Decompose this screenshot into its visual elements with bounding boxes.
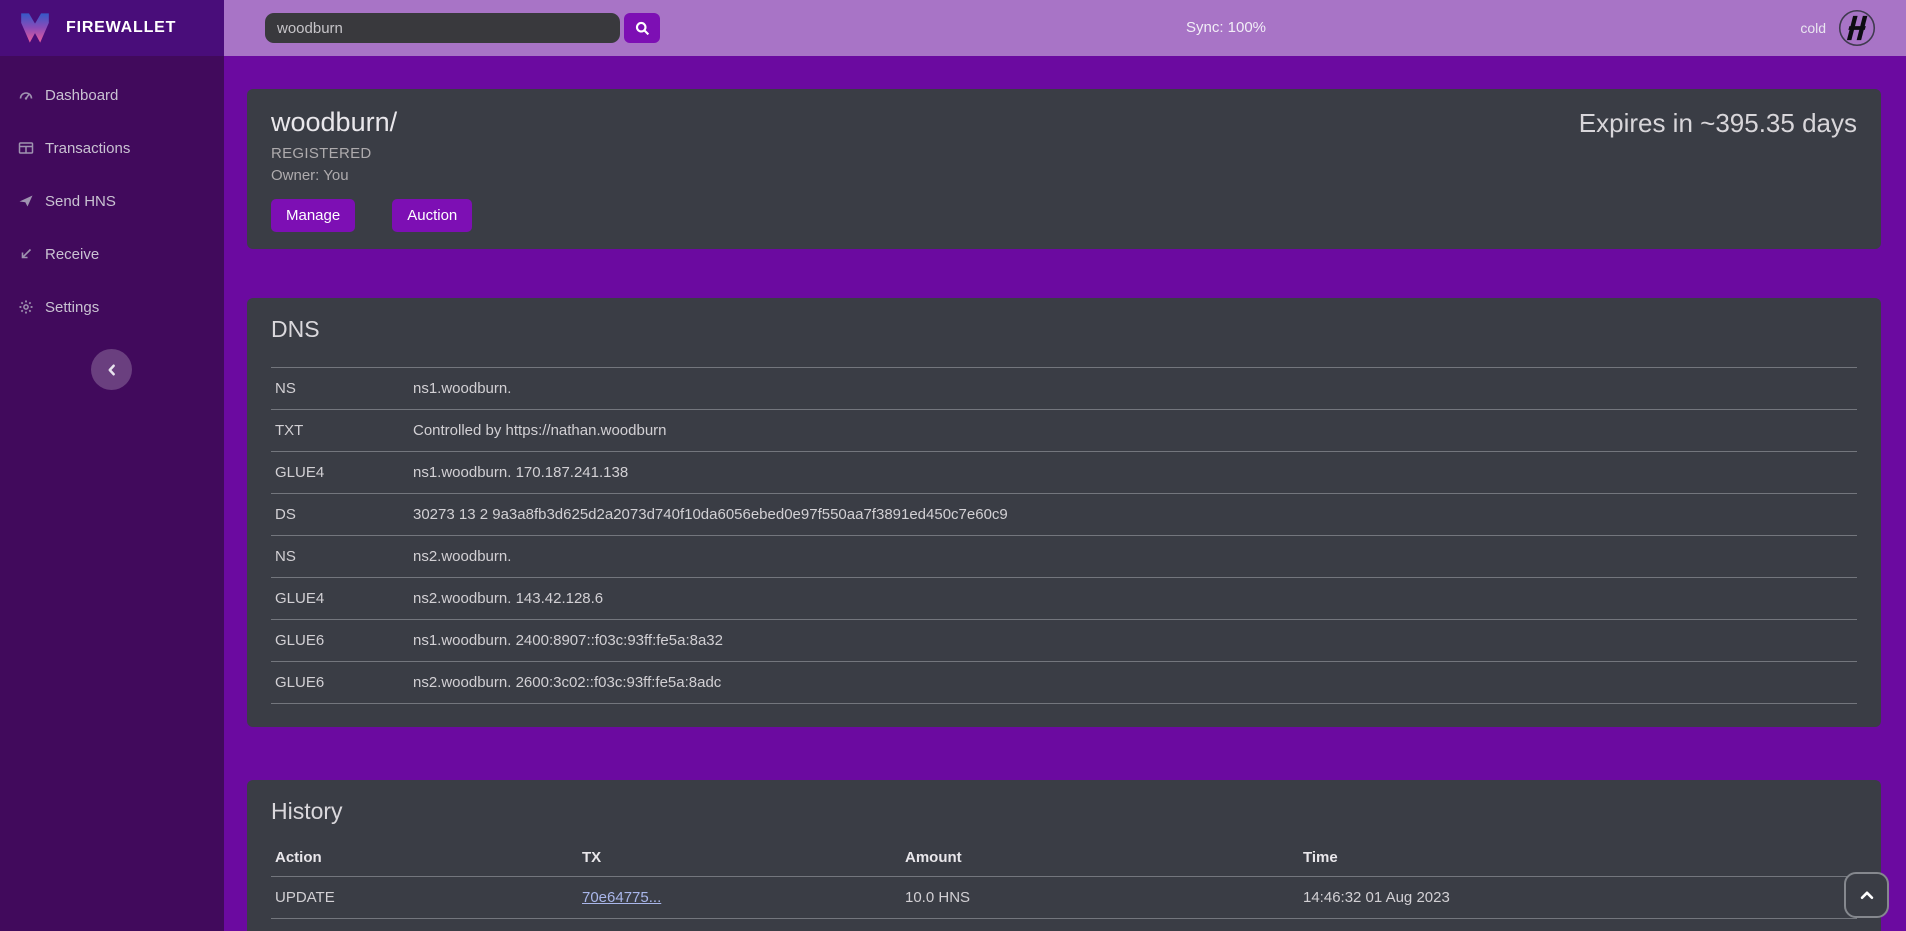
dns-record-row: GLUE4 ns1.woodburn. 170.187.241.138: [271, 451, 1857, 493]
dns-title: DNS: [271, 316, 1857, 343]
manage-button[interactable]: Manage: [271, 199, 355, 232]
dns-record-value: ns2.woodburn. 143.42.128.6: [413, 590, 1857, 607]
send-icon: [18, 193, 34, 209]
search-input[interactable]: [265, 13, 620, 43]
sidebar-item-send-hns[interactable]: Send HNS: [0, 180, 224, 222]
firewallet-logo-icon: [16, 9, 54, 47]
history-card: History Action TX Amount Time UPDATE 70e…: [247, 780, 1881, 931]
history-col-amount: Amount: [905, 849, 1303, 866]
sidebar-item-label: Send HNS: [45, 193, 116, 210]
dns-record-type: NS: [271, 548, 413, 565]
dns-records-table: NS ns1.woodburn. TXT Controlled by https…: [271, 367, 1857, 704]
history-col-tx: TX: [582, 849, 905, 866]
handshake-logo-button[interactable]: [1838, 9, 1876, 47]
auction-button[interactable]: Auction: [392, 199, 472, 232]
dns-record-value: ns1.woodburn.: [413, 380, 1857, 397]
history-rows: UPDATE 70e64775... 10.0 HNS 14:46:32 01 …: [271, 877, 1857, 931]
expires-label: Expires in ~395.35 days: [1579, 108, 1857, 139]
dns-record-value: 30273 13 2 9a3a8fb3d625d2a2073d740f10da6…: [413, 506, 1857, 523]
search-icon: [634, 20, 651, 37]
dns-record-value: ns2.woodburn. 2600:3c02::f03c:93ff:fe5a:…: [413, 674, 1857, 691]
wallet-name: cold: [1800, 20, 1826, 36]
sidebar-nav: Dashboard Transactions Send HNS Receive: [0, 56, 224, 328]
domain-status-badge: REGISTERED: [271, 145, 1857, 162]
dns-record-value: Controlled by https://nathan.woodburn: [413, 422, 1857, 439]
dns-record-type: GLUE4: [271, 464, 413, 481]
history-time: 14:46:32 01 Aug 2023: [1303, 889, 1857, 906]
dns-record-type: GLUE6: [271, 674, 413, 691]
dns-record-value: ns2.woodburn.: [413, 548, 1857, 565]
domain-owner: Owner: You: [271, 167, 1857, 184]
sync-status: Sync: 100%: [1186, 19, 1266, 36]
search-button[interactable]: [624, 13, 660, 43]
gauge-icon: [18, 87, 34, 103]
dns-record-row: GLUE6 ns1.woodburn. 2400:8907::f03c:93ff…: [271, 619, 1857, 661]
receive-arrow-icon: [18, 246, 34, 262]
sidebar-item-label: Transactions: [45, 140, 130, 157]
wallet-selector: cold: [1800, 0, 1876, 56]
app-logo-block: FIREWALLET: [0, 0, 224, 56]
chevron-up-icon: [1856, 884, 1878, 906]
table-icon: [18, 140, 34, 156]
history-header-row: Action TX Amount Time: [271, 839, 1857, 877]
topbar: Sync: 100% cold: [224, 0, 1906, 56]
dns-record-row: GLUE4 ns2.woodburn. 143.42.128.6: [271, 577, 1857, 619]
domain-actions: Manage Auction: [271, 199, 1857, 232]
history-title: History: [271, 798, 1857, 825]
sidebar-item-settings[interactable]: Settings: [0, 286, 224, 328]
dns-record-row: NS ns2.woodburn.: [271, 535, 1857, 577]
chevron-left-icon: [103, 361, 121, 379]
dns-record-row: GLUE6 ns2.woodburn. 2600:3c02::f03c:93ff…: [271, 661, 1857, 703]
dns-record-row: DS 30273 13 2 9a3a8fb3d625d2a2073d740f10…: [271, 493, 1857, 535]
dns-record-value: ns1.woodburn. 170.187.241.138: [413, 464, 1857, 481]
app-name: FIREWALLET: [66, 19, 176, 37]
dns-record-row: NS ns1.woodburn.: [271, 367, 1857, 409]
sidebar-item-label: Dashboard: [45, 87, 118, 104]
history-row: UPDATE 70e64775... 10.0 HNS 14:46:32 01 …: [271, 877, 1857, 919]
history-col-time: Time: [1303, 849, 1857, 866]
search-bar: [265, 13, 660, 43]
dns-record-type: NS: [271, 380, 413, 397]
dns-record-row: TXT Controlled by https://nathan.woodbur…: [271, 409, 1857, 451]
sidebar-item-label: Settings: [45, 299, 99, 316]
sidebar-item-label: Receive: [45, 246, 99, 263]
history-row: RENEW 47f1d4c... 10.0 HNS 15:45:36 07 Ju…: [271, 919, 1857, 931]
gear-icon: [18, 299, 34, 315]
history-action: UPDATE: [271, 889, 582, 906]
domain-card: woodburn/ REGISTERED Owner: You Manage A…: [247, 89, 1881, 249]
sidebar-item-receive[interactable]: Receive: [0, 233, 224, 275]
dns-record-type: TXT: [271, 422, 413, 439]
sidebar: FIREWALLET Dashboard Transactions Send H…: [0, 0, 224, 931]
dns-record-type: DS: [271, 506, 413, 523]
dns-record-value: ns1.woodburn. 2400:8907::f03c:93ff:fe5a:…: [413, 632, 1857, 649]
tx-link[interactable]: 70e64775...: [582, 889, 661, 906]
dns-card: DNS NS ns1.woodburn. TXT Controlled by h…: [247, 298, 1881, 727]
sidebar-collapse-button[interactable]: [91, 349, 132, 390]
sidebar-item-transactions[interactable]: Transactions: [0, 127, 224, 169]
history-col-action: Action: [271, 849, 582, 866]
sidebar-item-dashboard[interactable]: Dashboard: [0, 74, 224, 116]
dns-record-type: GLUE6: [271, 632, 413, 649]
history-amount: 10.0 HNS: [905, 889, 1303, 906]
dns-record-type: GLUE4: [271, 590, 413, 607]
handshake-logo-icon: [1838, 9, 1876, 47]
scroll-to-top-button[interactable]: [1844, 872, 1889, 918]
